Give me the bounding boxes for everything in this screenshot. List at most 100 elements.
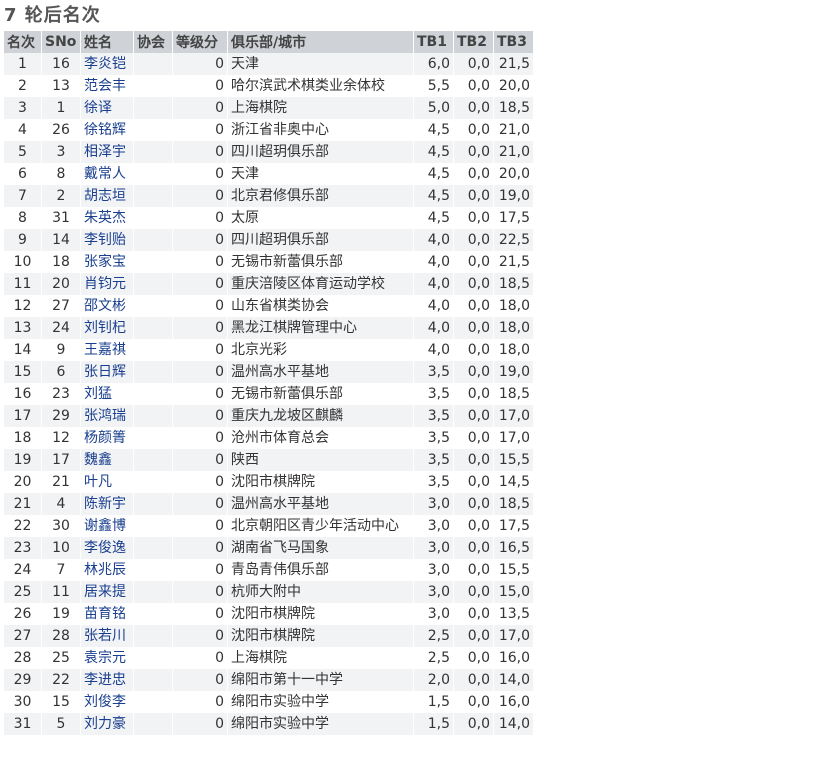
cell-tb3: 21,5 xyxy=(493,53,534,75)
cell-player-name[interactable]: 陈新宇 xyxy=(80,493,134,515)
cell-player-name[interactable]: 刘钊杞 xyxy=(80,317,134,339)
header-tb2: TB2 xyxy=(453,31,494,53)
cell-rank: 2 xyxy=(4,75,42,97)
cell-tb3: 18,5 xyxy=(493,493,534,515)
cell-rank: 17 xyxy=(4,405,42,427)
cell-tb1: 3,5 xyxy=(413,427,454,449)
cell-player-name[interactable]: 居来提 xyxy=(80,581,134,603)
cell-tb1: 3,5 xyxy=(413,405,454,427)
cell-player-name[interactable]: 叶凡 xyxy=(80,471,134,493)
cell-player-name[interactable]: 邵文彬 xyxy=(80,295,134,317)
cell-rank: 25 xyxy=(4,581,42,603)
cell-player-name[interactable]: 林兆辰 xyxy=(80,559,134,581)
cell-player-name[interactable]: 徐铭辉 xyxy=(80,119,134,141)
cell-player-name[interactable]: 李俊逸 xyxy=(80,537,134,559)
cell-player-name[interactable]: 王嘉祺 xyxy=(80,339,134,361)
cell-player-name[interactable]: 胡志垣 xyxy=(80,185,134,207)
cell-tb3: 16,0 xyxy=(493,647,534,669)
cell-sno: 14 xyxy=(41,229,81,251)
cell-player-name[interactable]: 肖钧元 xyxy=(80,273,134,295)
table-row: 13 24 刘钊杞 0 黑龙江棋牌管理中心 4,0 0,0 18,0 xyxy=(4,317,534,339)
cell-tb3: 21,0 xyxy=(493,141,534,163)
cell-tb2: 0,0 xyxy=(453,427,494,449)
cell-sno: 2 xyxy=(41,185,81,207)
table-row: 6 8 戴常人 0 天津 4,5 0,0 20,0 xyxy=(4,163,534,185)
cell-rank: 16 xyxy=(4,383,42,405)
header-tb3: TB3 xyxy=(493,31,534,53)
table-row: 19 17 魏鑫 0 陕西 3,5 0,0 15,5 xyxy=(4,449,534,471)
cell-rating: 0 xyxy=(172,273,228,295)
header-name: 姓名 xyxy=(80,31,134,53)
cell-rank: 10 xyxy=(4,251,42,273)
cell-tb1: 3,0 xyxy=(413,537,454,559)
cell-tb1: 3,5 xyxy=(413,449,454,471)
table-row: 26 19 苗育铭 0 沈阳市棋牌院 3,0 0,0 13,5 xyxy=(4,603,534,625)
cell-player-name[interactable]: 杨颜箐 xyxy=(80,427,134,449)
cell-tb2: 0,0 xyxy=(453,53,494,75)
cell-tb2: 0,0 xyxy=(453,361,494,383)
cell-tb1: 1,5 xyxy=(413,713,454,735)
cell-player-name[interactable]: 张若川 xyxy=(80,625,134,647)
cell-sno: 15 xyxy=(41,691,81,713)
cell-club: 陕西 xyxy=(227,449,414,471)
cell-tb2: 0,0 xyxy=(453,691,494,713)
cell-player-name[interactable]: 张家宝 xyxy=(80,251,134,273)
cell-rating: 0 xyxy=(172,383,228,405)
cell-player-name[interactable]: 李炎铠 xyxy=(80,53,134,75)
cell-tb1: 4,0 xyxy=(413,295,454,317)
cell-tb3: 19,0 xyxy=(493,185,534,207)
cell-player-name[interactable]: 范会丰 xyxy=(80,75,134,97)
cell-tb1: 5,5 xyxy=(413,75,454,97)
cell-player-name[interactable]: 张鸿瑞 xyxy=(80,405,134,427)
cell-club: 绵阳市第十一中学 xyxy=(227,669,414,691)
cell-rating: 0 xyxy=(172,207,228,229)
cell-player-name[interactable]: 徐译 xyxy=(80,97,134,119)
cell-player-name[interactable]: 谢鑫博 xyxy=(80,515,134,537)
cell-player-name[interactable]: 魏鑫 xyxy=(80,449,134,471)
cell-rating: 0 xyxy=(172,339,228,361)
cell-rating: 0 xyxy=(172,713,228,735)
cell-tb1: 3,0 xyxy=(413,515,454,537)
cell-rating: 0 xyxy=(172,647,228,669)
cell-rank: 1 xyxy=(4,53,42,75)
cell-tb3: 15,0 xyxy=(493,581,534,603)
cell-tb3: 18,5 xyxy=(493,383,534,405)
cell-club: 绵阳市实验中学 xyxy=(227,691,414,713)
header-rank: 名次 xyxy=(4,31,42,53)
cell-player-name[interactable]: 刘力豪 xyxy=(80,713,134,735)
cell-club: 上海棋院 xyxy=(227,647,414,669)
cell-player-name[interactable]: 袁宗元 xyxy=(80,647,134,669)
cell-player-name[interactable]: 苗育铭 xyxy=(80,603,134,625)
cell-club: 天津 xyxy=(227,53,414,75)
cell-rating: 0 xyxy=(172,97,228,119)
cell-player-name[interactable]: 李进忠 xyxy=(80,669,134,691)
cell-player-name[interactable]: 刘俊李 xyxy=(80,691,134,713)
cell-player-name[interactable]: 刘猛 xyxy=(80,383,134,405)
cell-player-name[interactable]: 相泽宇 xyxy=(80,141,134,163)
cell-fed xyxy=(133,97,173,119)
cell-tb3: 18,0 xyxy=(493,317,534,339)
cell-player-name[interactable]: 戴常人 xyxy=(80,163,134,185)
cell-player-name[interactable]: 张日辉 xyxy=(80,361,134,383)
cell-player-name[interactable]: 李钊贻 xyxy=(80,229,134,251)
cell-fed xyxy=(133,207,173,229)
table-row: 22 30 谢鑫博 0 北京朝阳区青少年活动中心 3,0 0,0 17,5 xyxy=(4,515,534,537)
cell-tb1: 1,5 xyxy=(413,691,454,713)
cell-tb2: 0,0 xyxy=(453,669,494,691)
cell-player-name[interactable]: 朱英杰 xyxy=(80,207,134,229)
cell-tb1: 4,0 xyxy=(413,339,454,361)
cell-sno: 28 xyxy=(41,625,81,647)
cell-sno: 26 xyxy=(41,119,81,141)
cell-rating: 0 xyxy=(172,141,228,163)
cell-fed xyxy=(133,493,173,515)
cell-tb3: 15,5 xyxy=(493,449,534,471)
cell-rating: 0 xyxy=(172,691,228,713)
cell-sno: 20 xyxy=(41,273,81,295)
cell-tb2: 0,0 xyxy=(453,273,494,295)
cell-tb2: 0,0 xyxy=(453,295,494,317)
cell-rating: 0 xyxy=(172,603,228,625)
cell-tb2: 0,0 xyxy=(453,97,494,119)
cell-fed xyxy=(133,647,173,669)
cell-fed xyxy=(133,141,173,163)
table-row: 4 26 徐铭辉 0 浙江省非奥中心 4,5 0,0 21,0 xyxy=(4,119,534,141)
